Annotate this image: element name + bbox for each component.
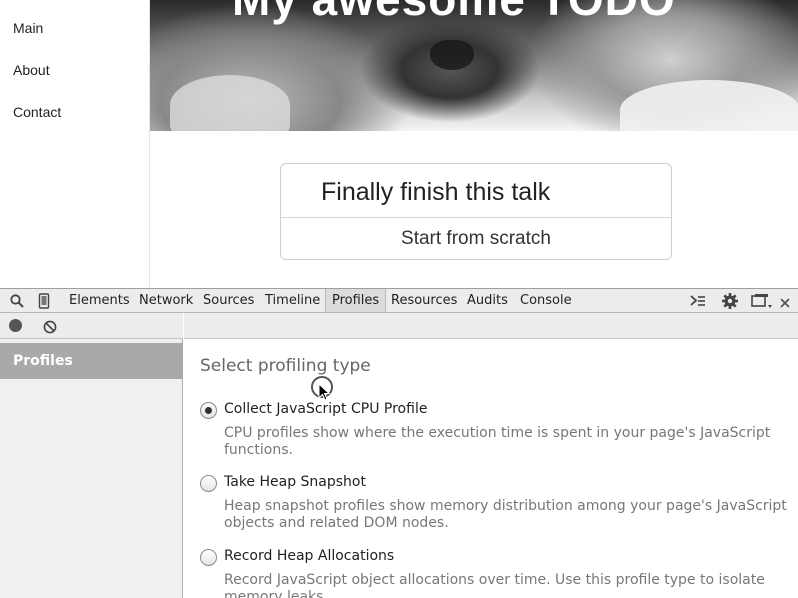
hero-cat-image: My awesome TODO bbox=[150, 0, 798, 131]
tab-audits[interactable]: Audits bbox=[461, 289, 514, 312]
nav-link-main[interactable]: Main bbox=[13, 20, 43, 36]
heap-allocations-radio[interactable] bbox=[200, 549, 217, 566]
tab-network[interactable]: Network bbox=[133, 289, 199, 312]
show-console-icon[interactable] bbox=[689, 292, 707, 310]
tab-console[interactable]: Console bbox=[514, 289, 578, 312]
close-icon[interactable] bbox=[779, 294, 791, 312]
profiles-main: Select profiling type Collect JavaScript… bbox=[184, 313, 798, 598]
tab-profiles[interactable]: Profiles bbox=[325, 289, 387, 312]
profiles-toolbar bbox=[0, 313, 183, 339]
todo-title: Finally finish this talk bbox=[321, 178, 551, 206]
tab-resources[interactable]: Resources bbox=[385, 289, 463, 312]
devtools-panel: Elements Network Sources Timeline Profil… bbox=[0, 288, 798, 598]
nav-link-contact[interactable]: Contact bbox=[13, 104, 61, 120]
devtools-tabbar: Elements Network Sources Timeline Profil… bbox=[0, 289, 798, 313]
hero-title: My awesome TODO bbox=[232, 0, 676, 26]
profiles-sidebar: Profiles bbox=[0, 313, 183, 598]
tab-timeline[interactable]: Timeline bbox=[259, 289, 326, 312]
todo-item[interactable]: Start from scratch bbox=[281, 228, 671, 250]
device-mode-icon[interactable] bbox=[36, 293, 52, 309]
heap-snapshot-radio[interactable] bbox=[200, 475, 217, 492]
option-label[interactable]: Take Heap Snapshot bbox=[224, 474, 366, 490]
tab-elements[interactable]: Elements bbox=[63, 289, 136, 312]
gear-icon[interactable] bbox=[721, 292, 739, 310]
main-toolbar bbox=[184, 313, 798, 339]
option-description: Heap snapshot profiles show memory distr… bbox=[224, 498, 787, 531]
nav-link-about[interactable]: About bbox=[13, 62, 50, 78]
option-label[interactable]: Collect JavaScript CPU Profile bbox=[224, 401, 427, 417]
search-icon[interactable] bbox=[9, 293, 25, 309]
dock-side-icon[interactable] bbox=[750, 292, 772, 310]
cpu-profile-radio[interactable] bbox=[200, 402, 217, 419]
sidebar-item-profiles[interactable]: Profiles bbox=[0, 343, 183, 379]
site-nav: Main About Contact bbox=[0, 0, 150, 288]
webpage: Main About Contact My awesome TODO Final… bbox=[0, 0, 798, 288]
option-label[interactable]: Record Heap Allocations bbox=[224, 548, 394, 564]
record-icon[interactable] bbox=[9, 319, 22, 332]
clear-icon[interactable] bbox=[43, 319, 57, 334]
option-description: Record JavaScript object allocations ove… bbox=[224, 572, 765, 598]
tab-sources[interactable]: Sources bbox=[197, 289, 260, 312]
option-description: CPU profiles show where the execution ti… bbox=[224, 425, 771, 458]
mouse-cursor-icon bbox=[318, 383, 330, 401]
todo-card: Finally finish this talk Start from scra… bbox=[280, 163, 672, 260]
section-title: Select profiling type bbox=[200, 356, 371, 376]
divider bbox=[281, 217, 671, 218]
